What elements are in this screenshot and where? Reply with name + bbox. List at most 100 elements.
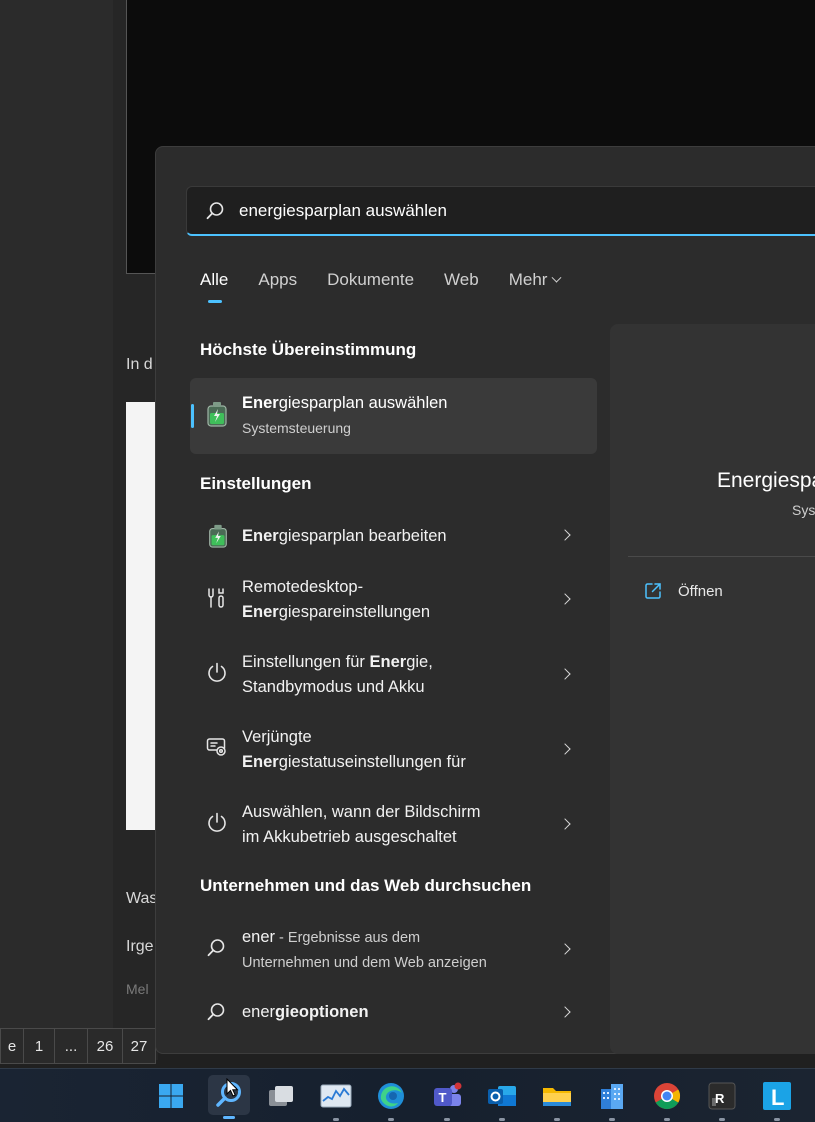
pagination: e 1 ... 26 27 <box>0 1028 156 1064</box>
remote-desktop-icon <box>208 588 224 608</box>
open-external-icon <box>645 583 661 599</box>
open-label: Öffnen <box>678 582 723 600</box>
l-app-icon: L <box>763 1082 791 1110</box>
background-text: Irge <box>126 938 154 955</box>
battery-icon <box>207 402 227 427</box>
search-icon <box>207 939 225 957</box>
taskbar-app[interactable] <box>540 1079 574 1121</box>
result-text: Einstellungen für Energie, Standbymodus … <box>242 653 433 696</box>
selection-indicator <box>191 404 194 428</box>
taskbar-app[interactable] <box>485 1079 519 1121</box>
pager-item: ... <box>54 1028 88 1064</box>
background-left-pane <box>0 0 113 1060</box>
search-input[interactable] <box>239 200 799 221</box>
section-heading-best-match: Höchste Übereinstimmung <box>200 340 417 359</box>
tab-label: Apps <box>258 270 298 289</box>
best-match-title: Energiesparplan auswählen <box>242 394 448 412</box>
running-indicator <box>554 1118 560 1121</box>
start-button[interactable] <box>154 1079 188 1113</box>
search-flyout: Alle Apps Dokumente Web Mehr Höchste Übe… <box>155 146 815 1054</box>
resource-monitor-icon <box>320 1084 352 1108</box>
open-action[interactable]: Öffnen <box>644 582 723 600</box>
active-indicator <box>223 1116 235 1119</box>
pager-item[interactable]: 27 <box>122 1028 156 1064</box>
preview-pane: Energiespa Sys Öffnen <box>610 324 815 1054</box>
chevron-down-icon <box>551 272 562 283</box>
chevron-right-icon <box>559 593 571 605</box>
tab-label: Alle <box>200 270 229 289</box>
best-match-subtitle: Systemsteuerung <box>242 420 351 436</box>
background-text: Was <box>126 890 158 907</box>
mouse-cursor-icon <box>226 1078 239 1097</box>
result-text: energieoptionen <box>242 1003 369 1021</box>
search-icon <box>206 201 224 219</box>
result-text: Energiesparplan bearbeiten <box>242 527 447 545</box>
running-indicator <box>664 1118 670 1121</box>
edge-icon <box>378 1083 404 1109</box>
tab-alle[interactable]: Alle <box>200 270 229 303</box>
chrome-icon <box>654 1083 681 1110</box>
taskbar-app[interactable] <box>595 1079 629 1121</box>
result-text: Remotedesktop- Energiespareinstellungen <box>242 578 431 621</box>
settings-result-item[interactable]: Einstellungen für Energie, Standbymodus … <box>190 648 597 702</box>
taskbar-task-view[interactable] <box>264 1079 298 1113</box>
settings-result-item[interactable]: Remotedesktop- Energiespareinstellungen <box>190 573 597 627</box>
display-settings-icon <box>206 738 226 756</box>
search-icon <box>207 1003 225 1021</box>
taskbar-app[interactable]: R <box>705 1079 739 1121</box>
file-explorer-icon <box>543 1088 571 1106</box>
background-text: Mel <box>126 981 149 997</box>
running-indicator <box>499 1118 505 1121</box>
tab-label: Dokumente <box>327 270 415 289</box>
running-indicator <box>774 1118 780 1121</box>
running-indicator <box>388 1118 394 1121</box>
taskbar-app[interactable]: L <box>760 1079 794 1121</box>
tab-label: Web <box>444 270 479 289</box>
chevron-right-icon <box>559 668 571 680</box>
start-icon <box>159 1084 183 1108</box>
settings-result-item[interactable]: Energiesparplan bearbeiten <box>190 519 597 555</box>
svg-text:L: L <box>771 1085 784 1110</box>
chevron-right-icon <box>559 743 571 755</box>
search-tabs: Alle Apps Dokumente Web Mehr <box>200 270 590 303</box>
tab-mehr[interactable]: Mehr <box>509 270 562 290</box>
settings-result-item[interactable]: Verjüngte Energiestatuseinstellungen für <box>190 723 597 777</box>
result-text: Auswählen, wann der Bildschirm im Akkube… <box>242 803 481 846</box>
settings-result-item[interactable]: Auswählen, wann der Bildschirm im Akkube… <box>190 798 597 852</box>
task-view-icon <box>269 1086 293 1106</box>
tab-dokumente[interactable]: Dokumente <box>327 270 414 290</box>
svg-text:R: R <box>715 1091 725 1106</box>
web-result-item[interactable]: ener - Ergebnisse aus dem Unternehmen un… <box>190 923 597 977</box>
running-indicator <box>609 1118 615 1121</box>
taskbar-app[interactable] <box>650 1079 684 1121</box>
svg-text:T: T <box>439 1090 447 1105</box>
background-text: In d <box>126 356 153 373</box>
taskbar-app[interactable] <box>374 1079 408 1121</box>
section-heading-settings: Einstellungen <box>200 474 312 493</box>
teams-icon: T <box>434 1082 462 1106</box>
taskbar-app[interactable]: T <box>430 1079 464 1121</box>
battery-icon <box>209 524 227 548</box>
search-box[interactable] <box>186 186 815 236</box>
buildings-app-icon <box>601 1084 623 1109</box>
preview-title: Energiespa <box>717 469 815 492</box>
taskbar-app[interactable] <box>319 1079 353 1121</box>
tab-web[interactable]: Web <box>444 270 479 290</box>
section-heading-web: Unternehmen und das Web durchsuchen <box>200 876 532 895</box>
pager-item[interactable]: e <box>0 1028 24 1064</box>
power-icon <box>208 812 226 832</box>
web-result-item[interactable]: energieoptionen <box>190 995 597 1031</box>
running-indicator <box>333 1118 339 1121</box>
divider <box>628 556 815 557</box>
outlook-icon <box>488 1086 516 1106</box>
mr-app-icon: R <box>708 1082 736 1110</box>
result-text: ener - Ergebnisse aus dem Unternehmen un… <box>242 928 487 971</box>
tab-apps[interactable]: Apps <box>258 270 297 290</box>
best-match-result[interactable]: Energiesparplan auswählen Systemsteuerun… <box>190 378 597 454</box>
pager-item[interactable]: 26 <box>87 1028 123 1064</box>
preview-subtitle: Sys <box>792 502 815 518</box>
running-indicator <box>444 1118 450 1121</box>
pager-item[interactable]: 1 <box>23 1028 55 1064</box>
power-icon <box>208 662 226 682</box>
result-text: Verjüngte Energiestatuseinstellungen für <box>242 728 466 771</box>
